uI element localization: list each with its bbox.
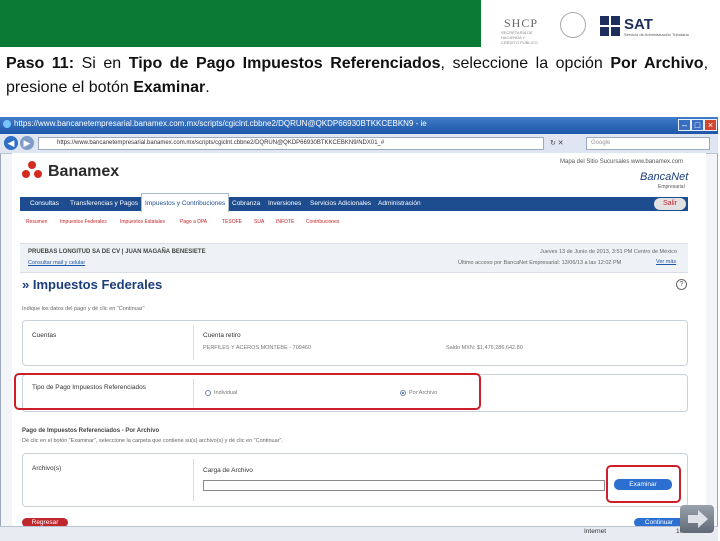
- menu-inversiones[interactable]: Inversiones: [268, 197, 301, 211]
- submenu-impuestos-estatales[interactable]: Impuestos Estatales: [120, 219, 165, 225]
- tipo-pago-label: Tipo de Pago Impuestos Referenciados: [32, 384, 146, 391]
- salir-button[interactable]: Salir: [654, 198, 686, 210]
- examinar-button[interactable]: Examinar: [614, 479, 672, 490]
- search-input[interactable]: Google: [586, 137, 710, 150]
- menu-administracion[interactable]: Administración: [378, 197, 421, 211]
- opt-por-archivo-label: Por Archivo: [409, 390, 438, 396]
- arrow-right-icon: [688, 510, 708, 528]
- maximize-button[interactable]: □: [691, 119, 704, 131]
- section-title: Pago de Impuestos Referenciados - Por Ar…: [22, 428, 160, 434]
- submenu-infote[interactable]: INFOTE: [276, 219, 294, 225]
- menu-servicios[interactable]: Servicios Adicionales: [310, 197, 371, 211]
- submenu-sua[interactable]: SUA: [254, 219, 264, 225]
- shcp-subtitle: SECRETARÍA DE HACIENDA Y CRÉDITO PÚBLICO: [501, 30, 538, 45]
- carga-archivo-label: Carga de Archivo: [203, 467, 253, 474]
- page-title: » Impuestos Federales: [22, 277, 163, 292]
- sat-subtitle: Servicio de Administración Tributaria: [624, 32, 689, 37]
- instruction-part: Si en: [81, 55, 129, 72]
- instruction-emphasis: Examinar: [133, 79, 206, 96]
- instruction-part: .: [205, 79, 210, 96]
- step-label: Paso 11:: [6, 55, 82, 72]
- file-path-input[interactable]: [203, 480, 605, 491]
- minimize-button[interactable]: –: [678, 119, 691, 131]
- bancanet-empresarial: Empresarial: [658, 184, 685, 190]
- ver-mas-link[interactable]: Ver más: [656, 259, 676, 265]
- site-links[interactable]: Mapa del Sitio Sucursales www.banamex.co…: [560, 159, 683, 165]
- instruction-part: , seleccione la opción: [440, 55, 611, 72]
- help-icon[interactable]: ?: [676, 279, 687, 290]
- menu-cobranza[interactable]: Cobranza: [232, 197, 260, 211]
- current-datetime: Jueves 13 de Junio de 2013, 3:51 PM Cent…: [540, 249, 677, 255]
- forward-button[interactable]: ▶: [20, 136, 34, 150]
- menu-transferencias[interactable]: Transferencias y Pagos: [70, 197, 138, 211]
- banamex-brand: Banamex: [48, 163, 120, 180]
- menu-impuestos[interactable]: Impuestos y Contribuciones: [141, 193, 230, 212]
- status-bar: [0, 526, 718, 541]
- radio-por-archivo[interactable]: [400, 390, 406, 396]
- cuentas-panel: [22, 320, 688, 366]
- submenu-resumen[interactable]: Resumen: [26, 219, 47, 225]
- cuenta-retiro-label: Cuenta retiro: [203, 332, 241, 339]
- close-button[interactable]: ×: [704, 119, 717, 131]
- url-field[interactable]: https://www.bancanetempresarial.banamex.…: [38, 137, 544, 150]
- user-info-band: [20, 243, 688, 273]
- instruction-text: Paso 11: Si en Tipo de Pago Impuestos Re…: [6, 52, 708, 100]
- cuentas-label: Cuentas: [32, 332, 57, 339]
- divider: [193, 379, 194, 407]
- menu-consultas[interactable]: Consultas: [30, 197, 59, 211]
- sat-logo-text: SAT: [624, 16, 653, 33]
- submenu-pago-dpa[interactable]: Pago a DPA: [180, 219, 207, 225]
- contact-link[interactable]: Consultar mail y celular: [28, 260, 85, 266]
- mexico-seal-icon: [560, 12, 586, 38]
- divider: [193, 459, 194, 501]
- cuenta-retiro-value[interactable]: PERFILES Y ACEROS MONTEBE - 709460: [203, 345, 311, 351]
- banamex-logo-icon: [22, 161, 42, 178]
- bancanet-logo: BancaNet: [640, 171, 689, 183]
- instruction-emphasis: Por Archivo: [610, 55, 704, 72]
- internet-zone: Internet: [584, 528, 607, 535]
- refresh-icon[interactable]: ↻ ✕: [550, 139, 564, 147]
- header-green-bar: [0, 0, 481, 47]
- back-button[interactable]: ◀: [4, 136, 18, 150]
- company-name: PRUEBAS LONGITUD SA DE CV | JUAN MAGAÑA …: [28, 249, 206, 255]
- section-description: Dé clic en el botón "Examinar", seleccio…: [22, 438, 283, 444]
- submenu-impuestos-federales[interactable]: Impuestos Federales: [60, 219, 107, 225]
- ie-icon: [3, 120, 11, 128]
- shcp-logo: SHCP: [504, 16, 539, 30]
- archivos-label: Archivo(s): [32, 465, 62, 472]
- window-title: https://www.bancanetempresarial.banamex.…: [14, 119, 427, 128]
- divider: [193, 326, 194, 360]
- next-slide-button[interactable]: [680, 505, 714, 533]
- instructions-hint: Indique los datos del pago y dé clic en …: [22, 306, 145, 312]
- opt-individual-label: Individual: [214, 390, 238, 396]
- sat-logo-icon: [600, 16, 620, 36]
- radio-individual[interactable]: [205, 390, 211, 396]
- submenu-contribuciones[interactable]: Contribuciones: [306, 219, 339, 225]
- saldo-value: Saldo MXN: $1,476,286,642.80: [446, 345, 523, 351]
- submenu-tesofe[interactable]: TESOFE: [222, 219, 242, 225]
- instruction-emphasis: Tipo de Pago Impuestos Referenciados: [128, 55, 441, 72]
- last-access: Último acceso por BancaNet Empresarial: …: [458, 260, 622, 266]
